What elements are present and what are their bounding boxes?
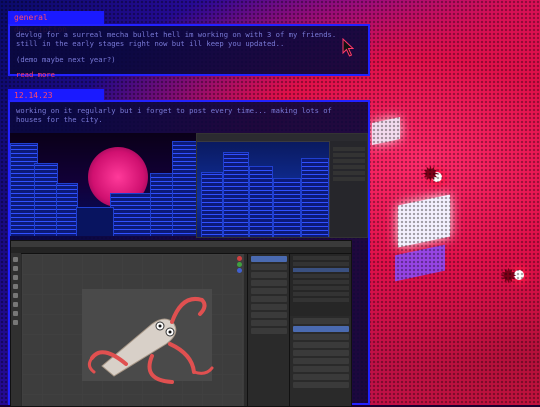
modeling-screenshot xyxy=(10,240,352,407)
building xyxy=(223,152,249,237)
building xyxy=(273,178,301,237)
building xyxy=(110,193,152,236)
building xyxy=(76,207,114,236)
update-text: working on it regularly but i forget to … xyxy=(16,106,332,125)
section-label-general: general description xyxy=(8,11,104,34)
properties-panel xyxy=(289,316,351,406)
city-viewport xyxy=(197,142,329,237)
building xyxy=(34,163,58,236)
building xyxy=(56,183,78,236)
building xyxy=(301,158,329,237)
read-more-link[interactable]: read more xyxy=(16,70,362,79)
editor-side-panel xyxy=(329,141,367,237)
building xyxy=(172,141,196,236)
description-line: devlog for a surreal mecha bullet hell i… xyxy=(16,30,337,39)
creature-model xyxy=(87,297,214,384)
n-panel xyxy=(247,254,290,406)
workspace-tabs xyxy=(11,247,351,254)
3d-viewport xyxy=(22,254,244,406)
outliner-panel xyxy=(289,254,351,316)
description-line: (demo maybe next year?) xyxy=(16,54,116,64)
building xyxy=(249,166,273,237)
building xyxy=(201,172,223,237)
cursor-icon xyxy=(342,38,354,57)
general-description-panel: devlog for a surreal mecha bullet hell i… xyxy=(8,24,370,79)
tool-sidebar xyxy=(11,253,21,406)
editor-screenshot xyxy=(196,133,368,238)
gizmo-icon xyxy=(236,255,244,279)
city-render-image xyxy=(10,133,196,236)
description-line: still in the early stages right now but … xyxy=(16,39,285,49)
